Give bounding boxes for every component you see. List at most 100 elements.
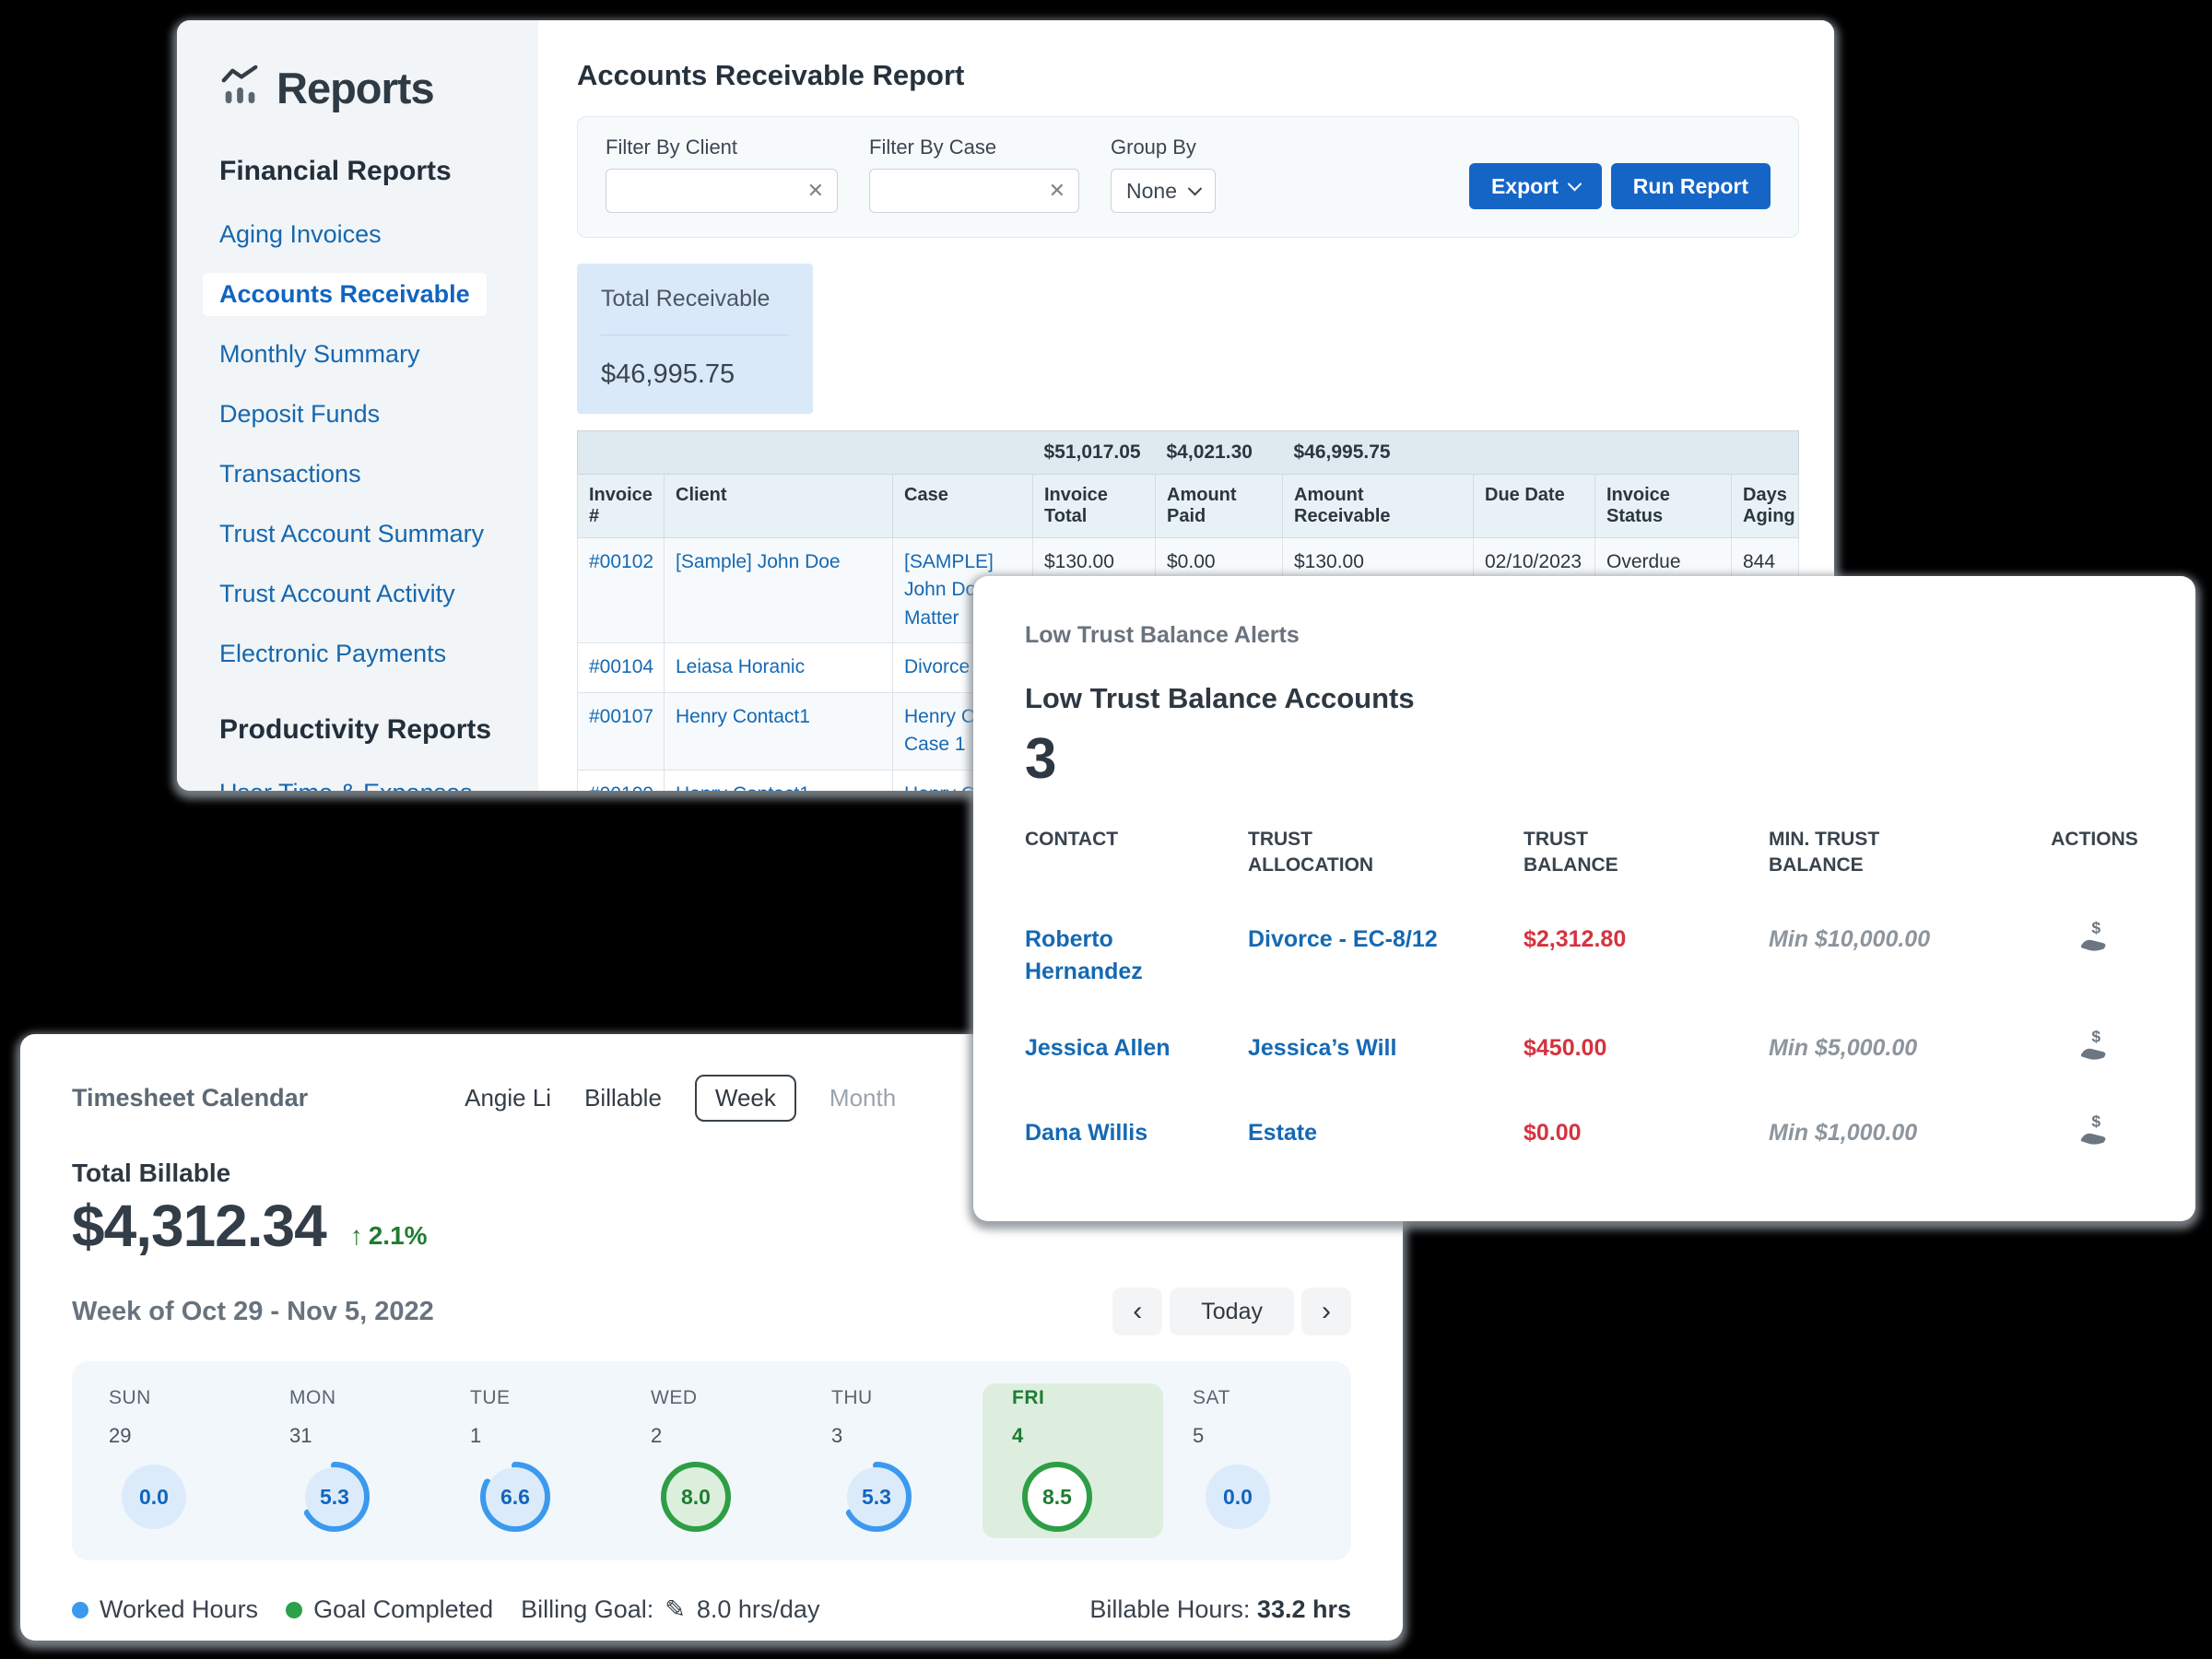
total-amount-paid: $4,021.30 bbox=[1156, 431, 1283, 475]
day-column-wed: WED 2 8.0 bbox=[621, 1383, 802, 1538]
day-date: 2 bbox=[651, 1424, 802, 1448]
day-hours-circle[interactable]: 0.0 bbox=[118, 1461, 190, 1533]
low-trust-balance-accounts-title: Low Trust Balance Accounts bbox=[1025, 682, 2144, 715]
reports-sidebar: Reports Financial Reports Aging Invoices… bbox=[177, 20, 538, 791]
col-amount-receivable: Amount Receivable bbox=[1283, 475, 1474, 538]
day-label: WED bbox=[651, 1387, 802, 1409]
request-funds-icon[interactable]: $ bbox=[2077, 918, 2113, 988]
day-hours-circle[interactable]: 8.5 bbox=[1021, 1461, 1093, 1533]
sidebar-item-user-time-expenses[interactable]: User Time & Expenses bbox=[203, 771, 489, 791]
contact-link[interactable]: Dana Willis bbox=[1025, 1117, 1182, 1158]
next-week-button[interactable]: › bbox=[1301, 1288, 1351, 1335]
total-receivable-card: Total Receivable $46,995.75 bbox=[577, 264, 813, 414]
financial-reports-heading: Financial Reports bbox=[219, 156, 538, 187]
billable-selector[interactable]: Billable bbox=[584, 1084, 662, 1112]
day-label: TUE bbox=[470, 1387, 621, 1409]
trust-allocation-link[interactable]: Divorce - EC-8/12 bbox=[1248, 924, 1446, 988]
day-hours-circle[interactable]: 0.0 bbox=[1202, 1461, 1274, 1533]
reports-chart-icon bbox=[219, 65, 262, 112]
total-amount-receivable: $46,995.75 bbox=[1283, 431, 1474, 475]
contact-link[interactable]: Jessica Allen bbox=[1025, 1032, 1182, 1073]
clear-client-filter-icon[interactable]: ✕ bbox=[807, 179, 824, 203]
invoice-link[interactable]: #00104 bbox=[589, 656, 653, 677]
billing-goal-value: 8.0 hrs/day bbox=[697, 1595, 820, 1624]
table-totals-row: $51,017.05 $4,021.30 $46,995.75 bbox=[578, 431, 1799, 475]
tab-week[interactable]: Week bbox=[695, 1075, 796, 1122]
billing-goal-label: Billing Goal: bbox=[521, 1595, 653, 1624]
reports-title: Reports bbox=[276, 63, 434, 113]
col-client: Client bbox=[665, 475, 893, 538]
invoice-link[interactable]: #00107 bbox=[589, 706, 653, 727]
goal-completed-label: Goal Completed bbox=[313, 1595, 493, 1624]
col-trust-balance: TRUST BALANCE bbox=[1524, 827, 1662, 879]
edit-billing-goal-icon[interactable]: ✎ bbox=[665, 1595, 686, 1624]
day-hours-circle[interactable]: 5.3 bbox=[299, 1461, 371, 1533]
invoice-link[interactable]: #00109 bbox=[589, 783, 653, 791]
filter-bar: Filter By Client ✕ Filter By Case ✕ Grou… bbox=[577, 116, 1799, 238]
day-hours-circle[interactable]: 5.3 bbox=[841, 1461, 912, 1533]
day-label: MON bbox=[289, 1387, 441, 1409]
total-invoice-total: $51,017.05 bbox=[1033, 431, 1156, 475]
client-link[interactable]: Henry Contact1 bbox=[676, 783, 810, 791]
day-column-sun: SUN 29 0.0 bbox=[79, 1383, 260, 1538]
day-column-mon: MON 31 5.3 bbox=[260, 1383, 441, 1538]
col-case: Case bbox=[893, 475, 1033, 538]
col-invoice-total: Invoice Total bbox=[1033, 475, 1156, 538]
group-by-value: None bbox=[1126, 179, 1177, 204]
sidebar-item-electronic-payments[interactable]: Electronic Payments bbox=[203, 632, 463, 676]
tab-month[interactable]: Month bbox=[830, 1084, 896, 1112]
col-invoice-number: Invoice # bbox=[578, 475, 665, 538]
sidebar-item-trust-account-activity[interactable]: Trust Account Activity bbox=[203, 572, 472, 616]
day-date: 31 bbox=[289, 1424, 441, 1448]
request-funds-icon[interactable]: $ bbox=[2077, 1027, 2113, 1073]
group-by-select[interactable]: None bbox=[1111, 169, 1216, 213]
filter-by-client-input[interactable]: ✕ bbox=[606, 169, 838, 213]
goal-completed-legend: Goal Completed bbox=[286, 1595, 493, 1624]
clear-case-filter-icon[interactable]: ✕ bbox=[1049, 179, 1065, 203]
day-column-tue: TUE 1 6.6 bbox=[441, 1383, 621, 1538]
sidebar-item-trust-account-summary[interactable]: Trust Account Summary bbox=[203, 512, 500, 556]
min-trust-balance-value: Min $5,000.00 bbox=[1769, 1032, 2045, 1073]
chevron-down-icon bbox=[1188, 181, 1203, 195]
filter-by-case-input[interactable]: ✕ bbox=[869, 169, 1079, 213]
sidebar-item-deposit-funds[interactable]: Deposit Funds bbox=[203, 393, 396, 436]
page-title: Accounts Receivable Report bbox=[577, 59, 1799, 92]
table-header-row: Invoice # Client Case Invoice Total Amou… bbox=[578, 475, 1799, 538]
run-report-button[interactable]: Run Report bbox=[1611, 163, 1771, 209]
worked-hours-label: Worked Hours bbox=[100, 1595, 258, 1624]
billable-hours-summary: Billable Hours: 33.2 hrs bbox=[1089, 1595, 1351, 1624]
trust-allocation-link[interactable]: Estate bbox=[1248, 1117, 1446, 1158]
min-trust-balance-value: Min $10,000.00 bbox=[1769, 924, 2045, 988]
total-billable-value: $4,312.34 bbox=[72, 1192, 326, 1260]
sidebar-item-accounts-receivable[interactable]: Accounts Receivable bbox=[203, 273, 487, 316]
reports-brand: Reports bbox=[219, 63, 538, 113]
export-button[interactable]: Export bbox=[1469, 163, 1602, 209]
previous-week-button[interactable]: ‹ bbox=[1112, 1288, 1162, 1335]
col-trust-allocation: TRUST ALLOCATION bbox=[1248, 827, 1386, 879]
invoice-link[interactable]: #00102 bbox=[589, 551, 653, 572]
day-date: 29 bbox=[109, 1424, 260, 1448]
user-selector[interactable]: Angie Li bbox=[465, 1084, 551, 1112]
day-hours-circle[interactable]: 6.6 bbox=[479, 1461, 551, 1533]
billable-hours-value: 33.2 hrs bbox=[1257, 1595, 1351, 1623]
client-link[interactable]: Leiasa Horanic bbox=[676, 656, 805, 677]
request-funds-icon[interactable]: $ bbox=[2077, 1112, 2113, 1158]
day-column-thu: THU 3 5.3 bbox=[802, 1383, 982, 1538]
timesheet-calendar-title: Timesheet Calendar bbox=[72, 1084, 308, 1112]
svg-text:$: $ bbox=[2091, 1112, 2100, 1130]
sidebar-item-monthly-summary[interactable]: Monthly Summary bbox=[203, 333, 437, 376]
client-link[interactable]: Henry Contact1 bbox=[676, 706, 810, 727]
sidebar-item-aging-invoices[interactable]: Aging Invoices bbox=[203, 213, 398, 256]
today-button[interactable]: Today bbox=[1170, 1288, 1294, 1335]
week-range-label: Week of Oct 29 - Nov 5, 2022 bbox=[72, 1297, 434, 1327]
day-label: SUN bbox=[109, 1387, 260, 1409]
day-date: 5 bbox=[1193, 1424, 1344, 1448]
export-button-label: Export bbox=[1491, 174, 1559, 199]
day-hours-circle[interactable]: 8.0 bbox=[660, 1461, 732, 1533]
client-link[interactable]: [Sample] John Doe bbox=[676, 551, 841, 572]
productivity-reports-heading: Productivity Reports bbox=[219, 714, 538, 746]
col-contact: CONTACT bbox=[1025, 827, 1163, 879]
contact-link[interactable]: Roberto Hernandez bbox=[1025, 924, 1182, 988]
sidebar-item-transactions[interactable]: Transactions bbox=[203, 453, 378, 496]
trust-allocation-link[interactable]: Jessica’s Will bbox=[1248, 1032, 1446, 1073]
